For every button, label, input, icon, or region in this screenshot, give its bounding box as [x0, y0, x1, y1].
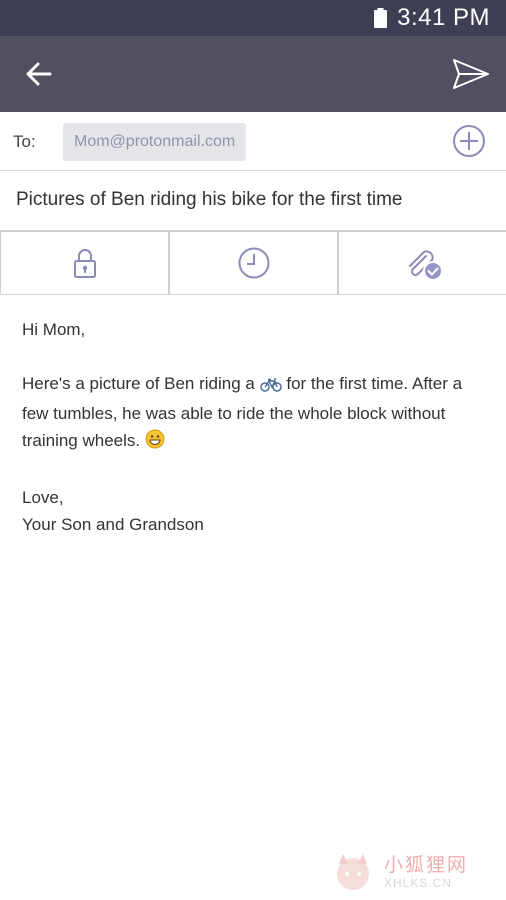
subject-field[interactable]: Pictures of Ben riding his bike for the … — [16, 189, 403, 211]
arrow-left-icon — [26, 62, 52, 86]
message-body[interactable]: Hi Mom, Here's a picture of Ben riding a… — [22, 316, 492, 565]
signature: Your Son and Grandson — [22, 515, 204, 534]
subject-row[interactable]: Pictures of Ben riding his bike for the … — [0, 171, 506, 231]
closing-block: Love, Your Son and Grandson — [22, 484, 492, 538]
watermark-chinese: 小狐狸网 — [384, 853, 469, 876]
to-row: To: Mom@protonmail.com — [0, 112, 506, 171]
status-bar: 3:41 PM — [0, 0, 506, 36]
body-paragraph: Here's a picture of Ben riding a for the… — [22, 370, 492, 457]
bicycle-icon — [259, 373, 282, 400]
check-badge-icon — [422, 261, 443, 281]
attachments-button[interactable] — [339, 232, 506, 294]
status-time: 3:41 PM — [397, 4, 490, 31]
battery-icon — [374, 8, 388, 28]
app-bar — [0, 36, 506, 112]
encryption-button[interactable] — [0, 232, 170, 294]
back-button[interactable] — [18, 56, 60, 92]
plus-circle-icon — [453, 125, 485, 157]
expiration-button[interactable] — [170, 232, 339, 294]
grinning-face-icon — [145, 429, 165, 457]
fox-logo-icon — [337, 854, 369, 890]
watermark-url: XHLKS.CN — [384, 875, 453, 890]
lock-icon — [73, 249, 96, 278]
greeting: Hi Mom, — [22, 320, 86, 339]
recipient-chip[interactable]: Mom@protonmail.com — [63, 123, 247, 161]
add-recipient-button[interactable] — [452, 124, 486, 158]
paragraph-start: Here's a picture of Ben riding a — [22, 374, 255, 393]
closing: Love, — [22, 488, 64, 507]
watermark: 小狐狸网 XHLKS.CN — [328, 850, 498, 894]
compose-options — [0, 231, 506, 295]
paperclip-icon — [408, 250, 443, 281]
to-label: To: — [13, 132, 36, 151]
clock-icon — [238, 247, 269, 279]
send-button[interactable] — [450, 54, 492, 94]
send-icon — [453, 59, 489, 89]
